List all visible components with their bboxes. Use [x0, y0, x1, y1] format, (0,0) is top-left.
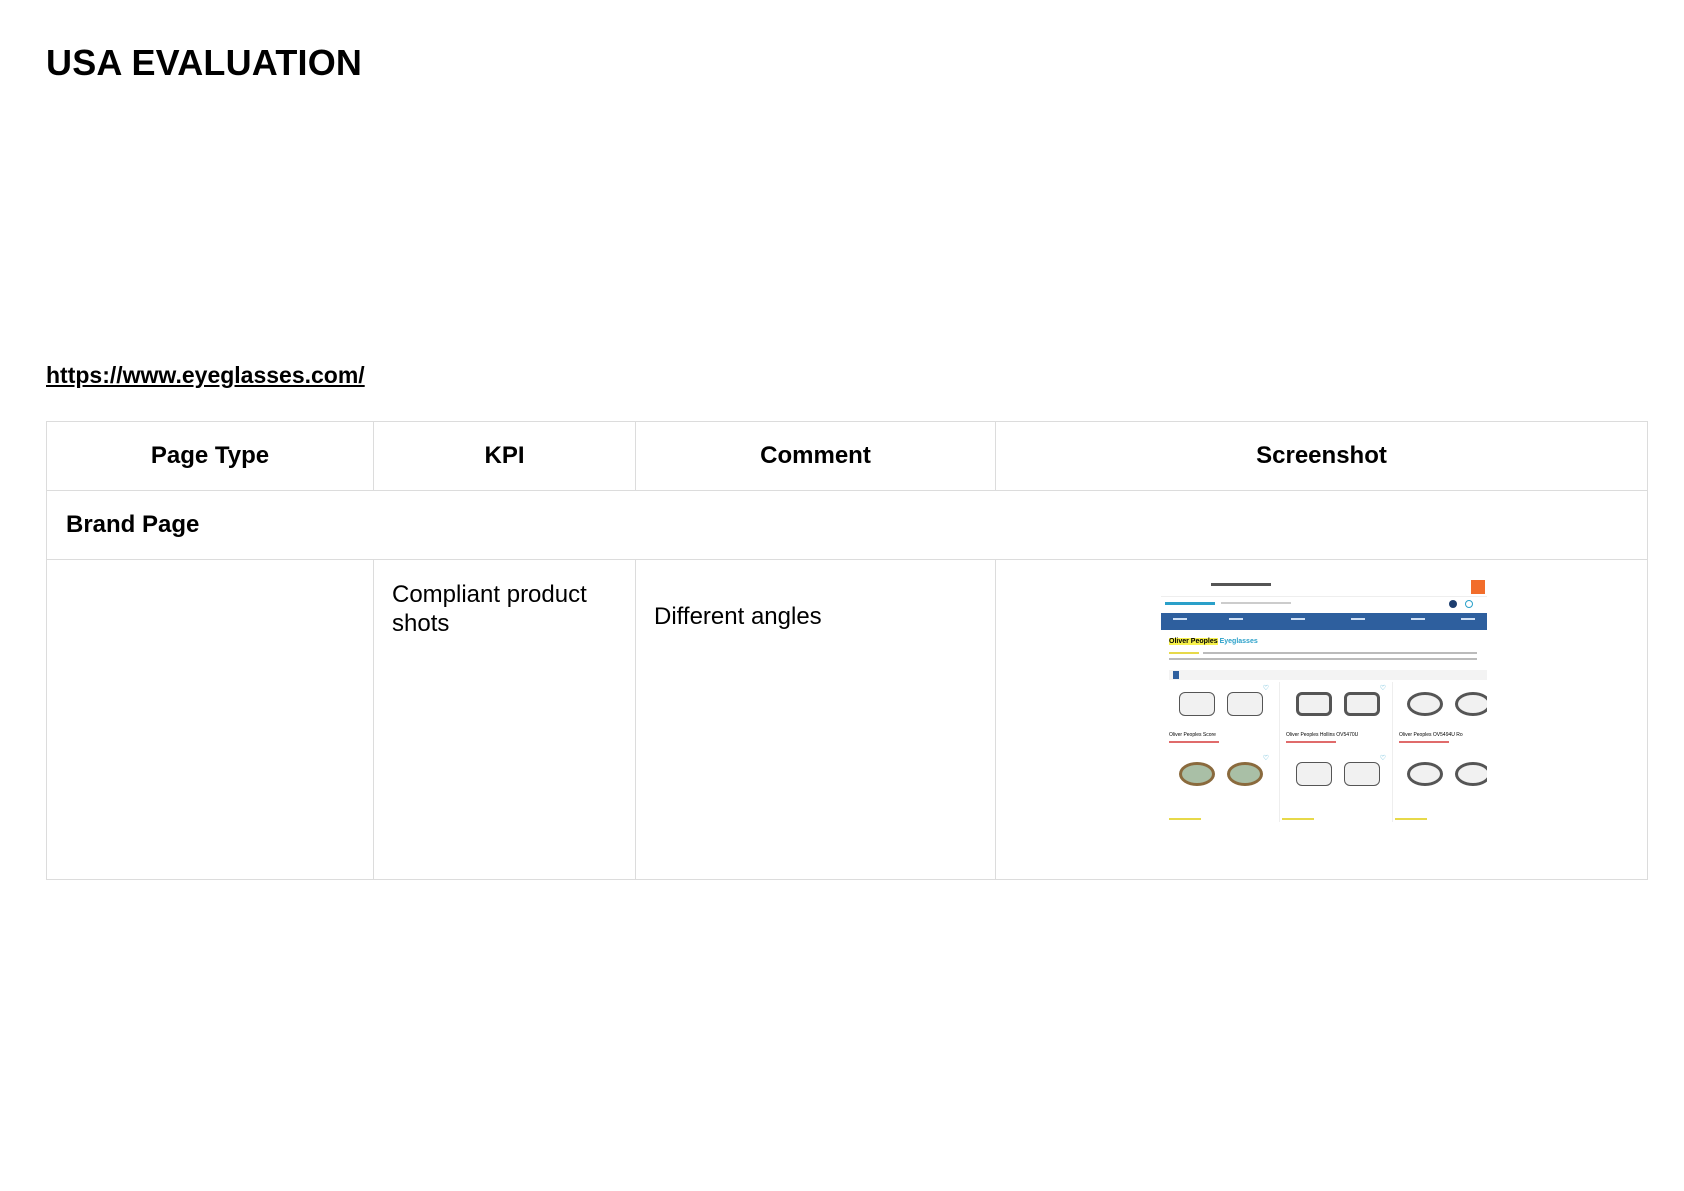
screenshot-top-bar	[1161, 578, 1487, 597]
page-title: USA EVALUATION	[46, 42, 363, 83]
heart-icon: ♡	[1262, 685, 1269, 692]
screenshot-search-bar	[1161, 597, 1487, 611]
product-label: Oliver Peoples OV5494U Ro	[1399, 732, 1463, 738]
page-type-cell	[46, 559, 374, 880]
screenshot-brand-heading: Oliver Peoples Eyeglasses	[1169, 638, 1258, 645]
screenshot-cell: Oliver Peoples Eyeglasses ♡ Oliver Peopl…	[995, 559, 1648, 880]
product-card: ♡	[1280, 752, 1392, 820]
header-comment: Comment	[635, 421, 996, 491]
product-card	[1393, 752, 1487, 820]
account-icon	[1465, 600, 1473, 608]
product-label: Oliver Peoples Hollins OV5470U	[1286, 732, 1359, 738]
heart-icon: ♡	[1379, 755, 1386, 762]
site-url-link[interactable]: https://www.eyeglasses.com/	[46, 362, 365, 389]
screenshot-nav-bar	[1161, 613, 1487, 630]
product-card: ♡ Oliver Peoples Score	[1163, 682, 1275, 750]
comment-cell: Different angles	[635, 559, 996, 880]
help-icon	[1449, 600, 1457, 608]
table-row: Compliant product shots Different angles	[46, 559, 1648, 880]
evaluation-table: Page Type KPI Comment Screenshot Brand P…	[46, 421, 1648, 880]
header-row: Page Type KPI Comment Screenshot	[46, 421, 1648, 491]
orange-square-icon	[1471, 580, 1485, 594]
section-row: Brand Page	[46, 490, 1648, 560]
product-label: Oliver Peoples Score	[1169, 732, 1216, 738]
brand-page-screenshot: Oliver Peoples Eyeglasses ♡ Oliver Peopl…	[1161, 578, 1487, 822]
header-screenshot: Screenshot	[995, 421, 1648, 491]
section-title: Brand Page	[46, 490, 1648, 560]
header-page-type: Page Type	[46, 421, 374, 491]
heart-icon: ♡	[1262, 755, 1269, 762]
header-kpi: KPI	[373, 421, 636, 491]
screenshot-filter-bar	[1169, 670, 1487, 680]
heart-icon: ♡	[1379, 685, 1386, 692]
kpi-cell: Compliant product shots	[373, 559, 636, 880]
product-card: ♡ Oliver Peoples Hollins OV5470U	[1280, 682, 1392, 750]
product-card: ♡	[1163, 752, 1275, 820]
product-card: Oliver Peoples OV5494U Ro	[1393, 682, 1487, 750]
